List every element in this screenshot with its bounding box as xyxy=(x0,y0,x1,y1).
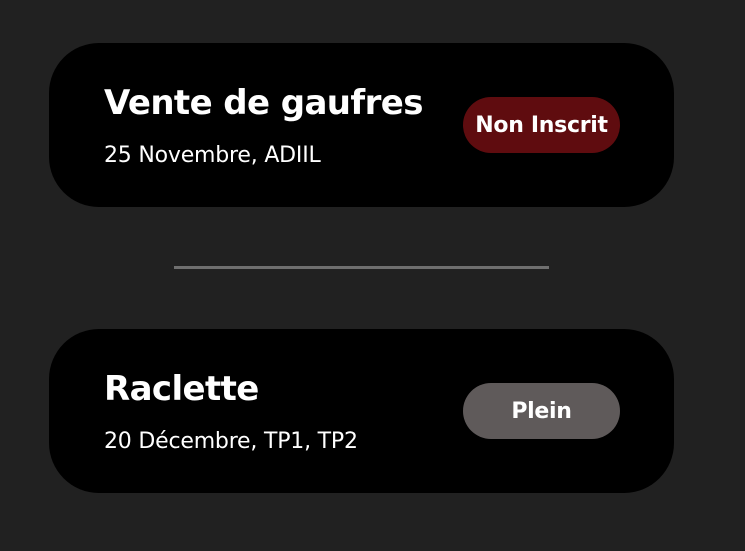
events-list: Vente de gaufres 25 Novembre, ADIIL Non … xyxy=(0,0,745,551)
event-card[interactable]: Vente de gaufres 25 Novembre, ADIIL Non … xyxy=(49,43,674,207)
event-title: Raclette xyxy=(104,369,259,409)
event-card[interactable]: Raclette 20 Décembre, TP1, TP2 Plein xyxy=(49,329,674,493)
status-button-non-inscrit[interactable]: Non Inscrit xyxy=(463,97,620,153)
event-title: Vente de gaufres xyxy=(104,83,423,123)
event-date-location: 20 Décembre, TP1, TP2 xyxy=(104,429,358,454)
status-button-plein[interactable]: Plein xyxy=(463,383,620,439)
event-date-location: 25 Novembre, ADIIL xyxy=(104,143,321,168)
divider xyxy=(174,266,549,269)
